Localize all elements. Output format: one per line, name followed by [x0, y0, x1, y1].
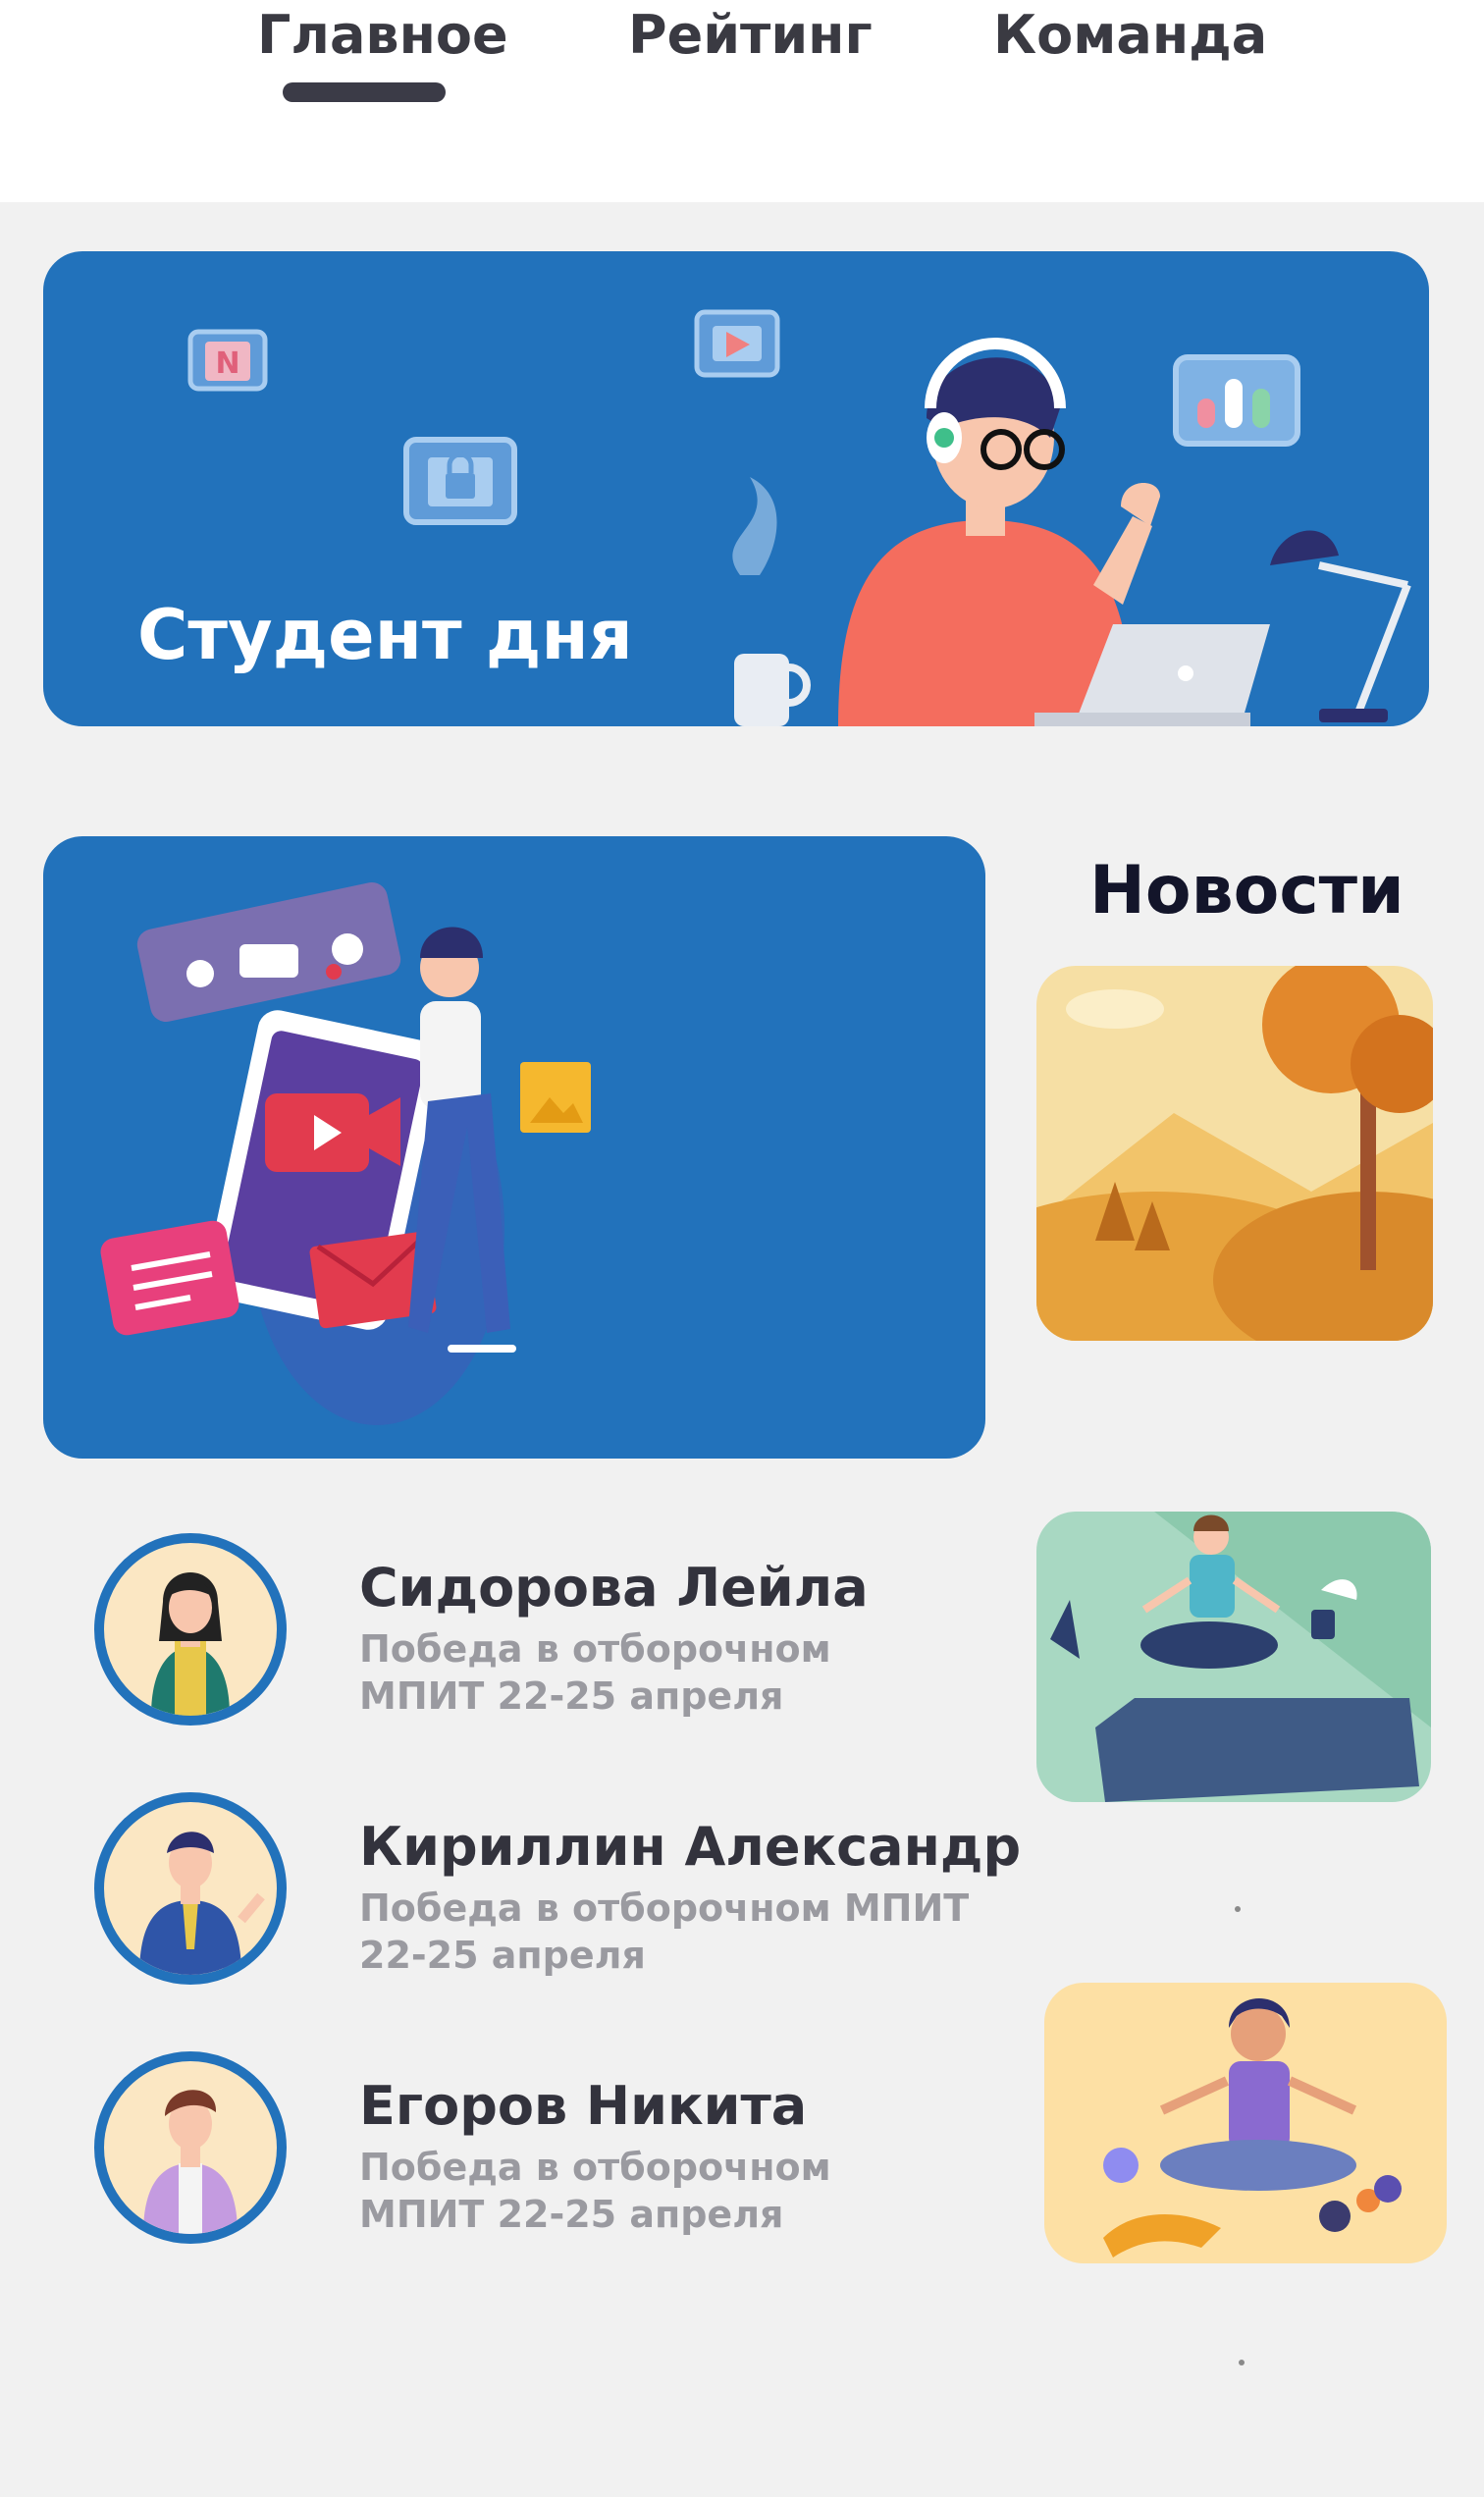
student-achievement: Победа в отборочном МПИТ 22-25 апреля: [359, 1625, 831, 1720]
yoga-woman-image: [1044, 1983, 1447, 2263]
man-casual-avatar-image: [143, 2090, 238, 2234]
student-achievement: Победа в отборочном МПИТ 22-25 апреля: [359, 2144, 831, 2238]
social-media-card[interactable]: [43, 836, 985, 1459]
news-heading: Новости: [1089, 852, 1404, 930]
notion-icon: N: [187, 329, 268, 392]
list-item[interactable]: Егоров Никита Победа в отборочном МПИТ 2…: [94, 2051, 978, 2258]
student-achievement: Победа в отборочном МПИТ 22-25 апреля: [359, 1885, 969, 1979]
achievement-line: МПИТ 22-25 апреля: [359, 1674, 784, 1718]
student-of-day-banner[interactable]: N Студент дня: [43, 251, 1429, 726]
tab-main[interactable]: Главное: [257, 0, 508, 79]
tab-rating[interactable]: Рейтинг: [628, 0, 873, 79]
banner-title: Студент дня: [137, 595, 633, 675]
meditation-man-image: [1036, 1512, 1431, 1802]
list-item[interactable]: Кириллин Александр Победа в отборочном М…: [94, 1792, 1021, 1998]
social-illustration: [100, 881, 591, 1425]
list-item[interactable]: Сидорова Лейла Победа в отборочном МПИТ …: [94, 1533, 978, 1739]
top-navigation: Главное Рейтинг Команда: [0, 0, 1484, 202]
image-icon: [520, 1062, 591, 1133]
autumn-landscape-image: [1036, 966, 1433, 1341]
achievement-line: Победа в отборочном: [359, 2146, 831, 2189]
notification-bar: [136, 881, 401, 1023]
woman-avatar-image: [151, 1572, 230, 1716]
student-name: Егоров Никита: [359, 2075, 808, 2137]
news-card-yoga[interactable]: [1044, 1983, 1447, 2263]
achievement-line: МПИТ 22-25 апреля: [359, 2193, 784, 2236]
achievement-line: Победа в отборочном: [359, 1627, 831, 1671]
student-name: Кириллин Александр: [359, 1816, 1022, 1878]
chat-icon: [100, 1220, 239, 1336]
stats-icon: [1173, 354, 1300, 447]
decorative-dot: [1235, 1906, 1241, 1912]
lock-icon: [403, 437, 517, 525]
avatar: [94, 1533, 287, 1726]
tab-team[interactable]: Команда: [993, 0, 1267, 79]
student-name: Сидорова Лейла: [359, 1557, 869, 1619]
avatar: [94, 1792, 287, 1985]
news-card-meditation[interactable]: [1036, 1512, 1431, 1802]
achievement-line: Победа в отборочном МПИТ: [359, 1886, 970, 1930]
man-suit-avatar-image: [139, 1832, 265, 1975]
video-play-icon: [694, 309, 780, 378]
decorative-dot: [1239, 2360, 1245, 2365]
achievement-line: 22-25 апреля: [359, 1934, 646, 1977]
news-card-autumn[interactable]: [1036, 966, 1433, 1341]
active-tab-indicator: [283, 82, 446, 102]
svg-text:N: N: [215, 346, 239, 381]
avatar: [94, 2051, 287, 2244]
